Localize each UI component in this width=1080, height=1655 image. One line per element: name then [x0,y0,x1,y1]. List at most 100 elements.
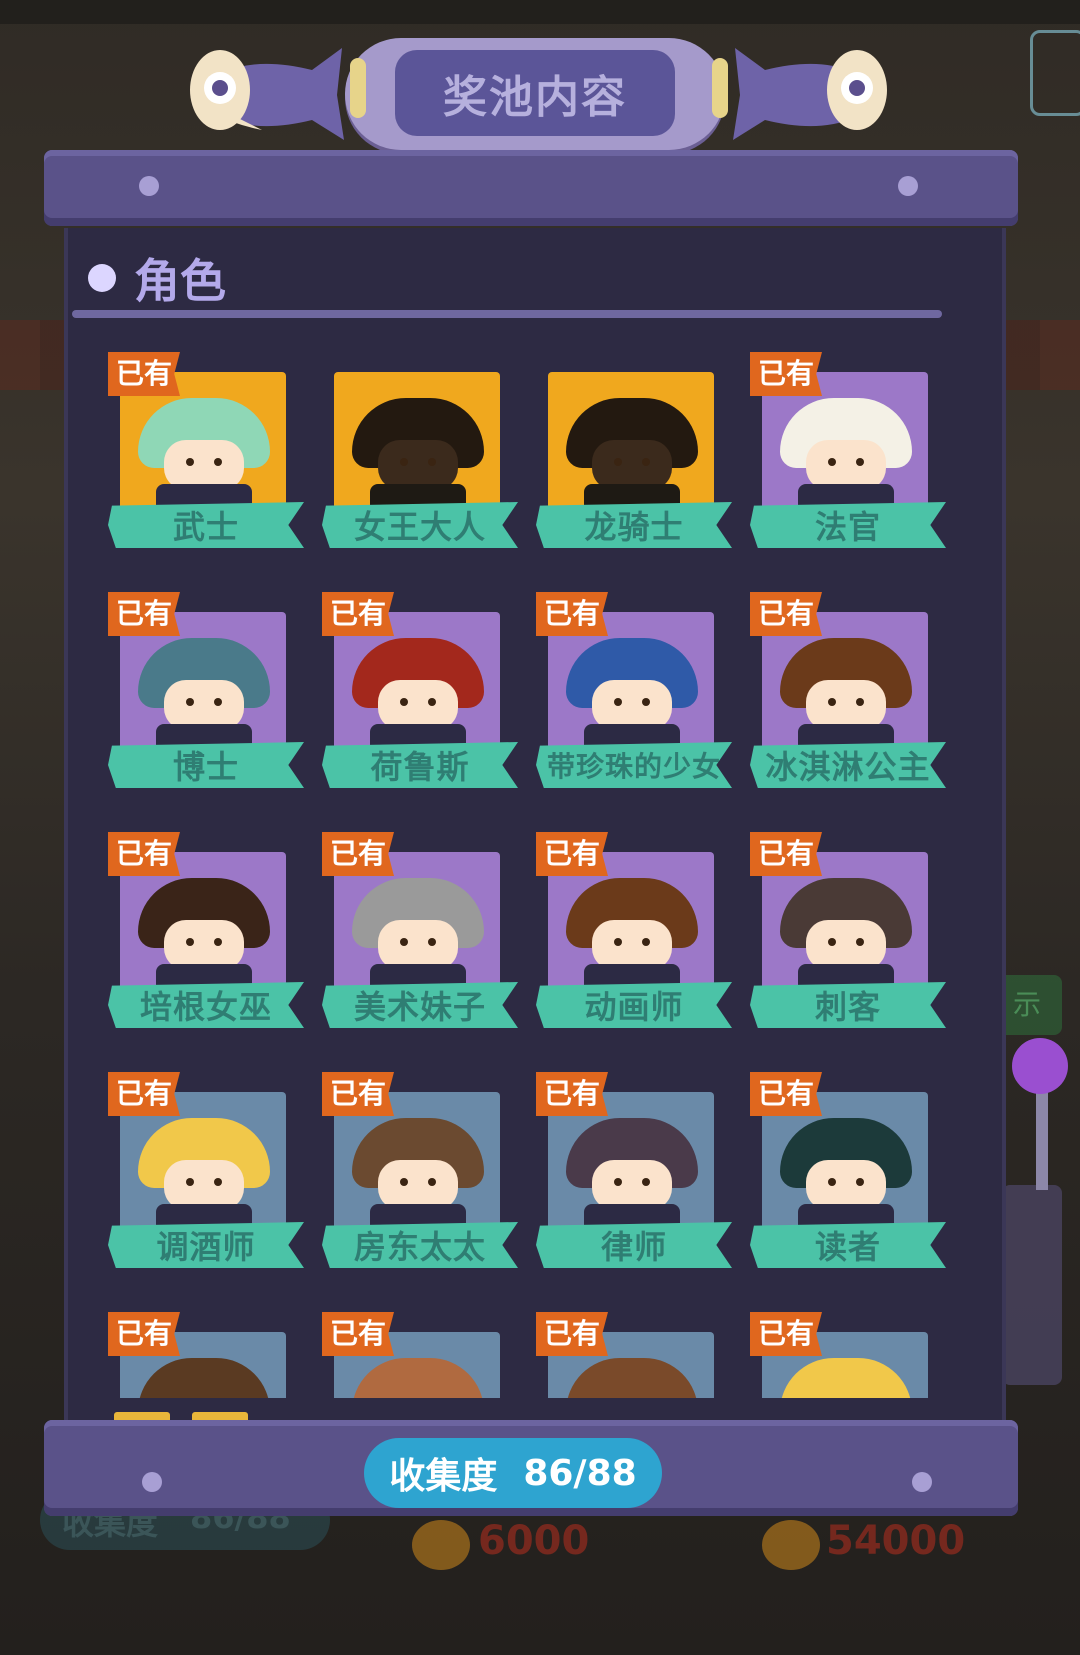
portrait-eye [614,698,622,706]
portrait-face [592,920,672,970]
portrait-face [592,680,672,730]
character-card[interactable]: 已有 培根女巫 [108,832,310,1032]
character-portrait [780,1358,912,1398]
character-portrait [352,638,484,748]
character-card[interactable]: 已有 调酒师 [108,1072,310,1272]
character-portrait [352,878,484,988]
character-card[interactable]: 龙骑士 [536,352,738,552]
portrait-eye [400,458,408,466]
owned-badge: 已有 [322,1072,394,1116]
coin-icon [412,1520,470,1570]
portrait-hair [780,1358,912,1398]
portrait-hair [138,1358,270,1398]
owned-badge: 已有 [108,1072,180,1116]
owned-badge: 已有 [750,1312,822,1356]
character-card[interactable]: 已有 [322,1312,524,1398]
character-card[interactable]: 女王大人 [322,352,524,552]
owned-badge: 已有 [322,832,394,876]
portrait-eye [400,1178,408,1186]
portrait-face [378,1160,458,1210]
character-card[interactable]: 已有 带珍珠的少女 [536,592,738,792]
scissor-icon[interactable] [1030,30,1080,116]
portrait-face [806,680,886,730]
portrait-eye [428,1178,436,1186]
background-coins-b: 54000 [826,1518,966,1564]
character-portrait [352,1358,484,1398]
portrait-face [592,1160,672,1210]
portrait-face [378,920,458,970]
character-name: 龙骑士 [536,502,732,548]
character-card[interactable]: 已有 [108,1312,310,1398]
owned-badge: 已有 [322,592,394,636]
character-name: 动画师 [536,982,732,1028]
character-portrait [138,638,270,748]
portrait-eye [400,698,408,706]
section-header: 角色 [88,248,226,308]
character-name: 带珍珠的少女 [536,742,732,788]
owned-badge: 已有 [108,592,180,636]
left-fish-icon [190,48,344,140]
character-name: 房东太太 [322,1222,518,1268]
portrait-face [378,440,458,490]
lever-base [1002,1185,1062,1385]
owned-badge: 已有 [536,832,608,876]
character-card[interactable]: 已有 法官 [750,352,952,552]
portrait-hair [352,1358,484,1398]
character-name: 培根女巫 [108,982,304,1028]
owned-badge: 已有 [322,1312,394,1356]
portrait-eye [614,458,622,466]
character-portrait [780,1118,912,1228]
section-divider [72,310,942,318]
portrait-eye [400,938,408,946]
character-name: 读者 [750,1222,946,1268]
portrait-eye [214,458,222,466]
character-card[interactable]: 已有 博士 [108,592,310,792]
character-portrait [138,878,270,988]
character-card[interactable]: 已有 动画师 [536,832,738,1032]
character-name: 法官 [750,502,946,548]
portrait-eye [828,1178,836,1186]
portrait-eye [214,1178,222,1186]
portrait-eye [828,938,836,946]
portrait-eye [856,938,864,946]
scroll-top-roller [44,150,1018,226]
portrait-face [164,920,244,970]
character-card[interactable]: 已有 房东太太 [322,1072,524,1272]
character-name: 女王大人 [322,502,518,548]
portrait-face [378,680,458,730]
character-portrait [566,638,698,748]
portrait-face [592,440,672,490]
portrait-eye [642,938,650,946]
character-card[interactable]: 已有 [750,1312,952,1398]
character-card[interactable]: 已有 刺客 [750,832,952,1032]
banner-cap-left [350,58,366,118]
character-card[interactable]: 已有 冰淇淋公主 [750,592,952,792]
bullet-icon [88,264,116,292]
owned-badge: 已有 [536,1072,608,1116]
character-card[interactable]: 已有 美术妹子 [322,832,524,1032]
character-portrait [138,1118,270,1228]
character-card[interactable]: 已有 读者 [750,1072,952,1272]
portrait-eye [828,698,836,706]
roller-dot [142,1472,162,1492]
character-card[interactable]: 已有 律师 [536,1072,738,1272]
character-portrait [780,878,912,988]
character-name: 刺客 [750,982,946,1028]
character-card[interactable]: 已有 武士 [108,352,310,552]
lever-knob-icon [1012,1038,1068,1094]
portrait-face [164,1160,244,1210]
right-fish-icon [733,48,887,140]
section-title: 角色 [134,254,226,308]
character-name: 武士 [108,502,304,548]
character-portrait [780,638,912,748]
character-card[interactable]: 已有 荷鲁斯 [322,592,524,792]
character-name: 律师 [536,1222,732,1268]
character-portrait [352,398,484,508]
character-card[interactable]: 已有 [536,1312,738,1398]
character-portrait [566,1118,698,1228]
character-name: 冰淇淋公主 [750,742,946,788]
collection-label: 收集度 [389,1456,498,1497]
roller-dot [139,176,159,196]
portrait-face [806,920,886,970]
portrait-face [806,440,886,490]
